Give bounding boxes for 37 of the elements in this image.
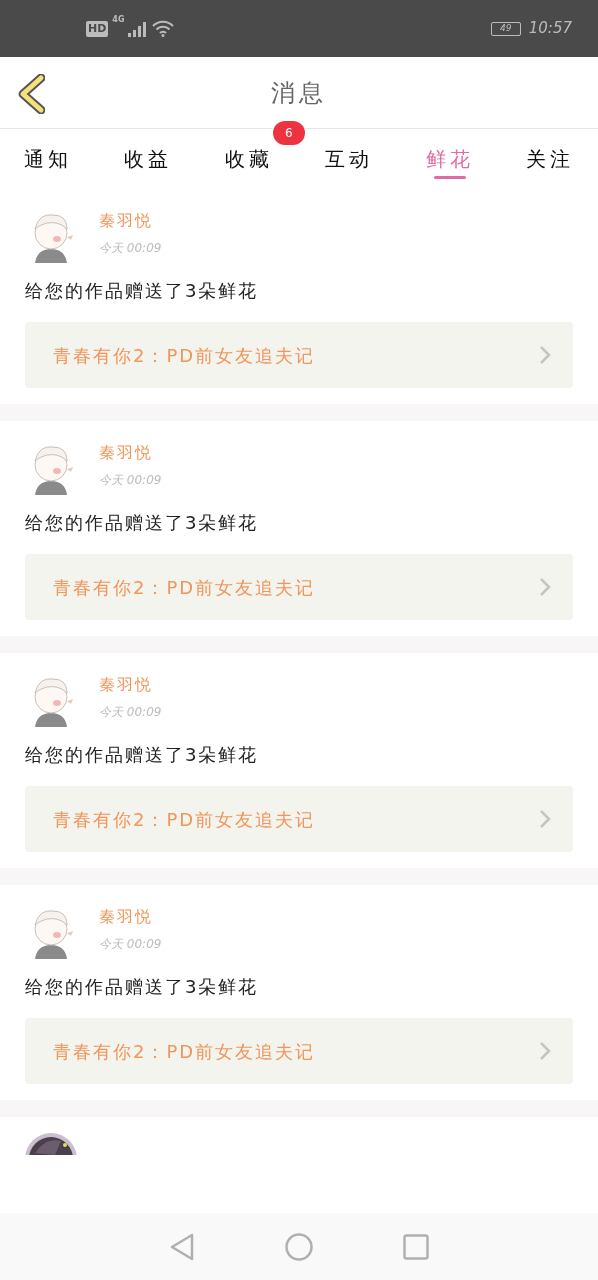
- signal-icon: [128, 20, 149, 37]
- user-name[interactable]: 秦羽悦: [99, 905, 162, 929]
- page-title: 消息: [271, 77, 327, 109]
- tab[interactable]: 关注: [515, 129, 584, 189]
- chevron-right-icon: [539, 809, 551, 829]
- battery-icon: 49: [490, 21, 521, 36]
- tab[interactable]: 收益: [114, 129, 183, 189]
- tab-indicator: [433, 176, 466, 179]
- book-link[interactable]: 青春有你2：PD前女友追夫记: [25, 786, 573, 852]
- message-time: 今天 00:09: [99, 240, 162, 257]
- hd-badge: HD: [86, 20, 109, 37]
- clock: 10:57: [528, 18, 572, 40]
- chevron-right-icon: [539, 1041, 551, 1061]
- home-icon[interactable]: [285, 1232, 313, 1261]
- tab[interactable]: 互动: [315, 129, 384, 189]
- count-badge: 6: [272, 121, 305, 145]
- network-type: 4G: [112, 14, 125, 26]
- book-link[interactable]: 青春有你2：PD前女友追夫记: [25, 554, 573, 620]
- wifi-icon: [152, 20, 175, 37]
- message-time: 今天 00:09: [99, 704, 162, 721]
- message-text: 给您的作品赠送了3朵鲜花: [25, 279, 260, 303]
- chevron-right-icon: [539, 577, 551, 597]
- message-text: 给您的作品赠送了3朵鲜花: [25, 975, 260, 999]
- book-link[interactable]: 青春有你2：PD前女友追夫记: [25, 322, 573, 388]
- chevron-right-icon: [539, 345, 551, 365]
- message-text: 给您的作品赠送了3朵鲜花: [25, 743, 260, 767]
- message-time: 今天 00:09: [99, 936, 162, 953]
- tab[interactable]: 鲜花: [415, 129, 484, 189]
- user-name[interactable]: 秦羽悦: [99, 209, 162, 233]
- book-link[interactable]: 青春有你2：PD前女友追夫记: [25, 1018, 573, 1084]
- user-name[interactable]: 秦羽悦: [99, 673, 162, 697]
- message-time: 今天 00:09: [99, 472, 162, 489]
- user-name[interactable]: 秦羽悦: [99, 441, 162, 465]
- back-icon[interactable]: [17, 74, 45, 114]
- tab[interactable]: 通知: [14, 129, 82, 189]
- message-text: 给您的作品赠送了3朵鲜花: [25, 511, 260, 535]
- recent-apps-icon[interactable]: [403, 1233, 429, 1260]
